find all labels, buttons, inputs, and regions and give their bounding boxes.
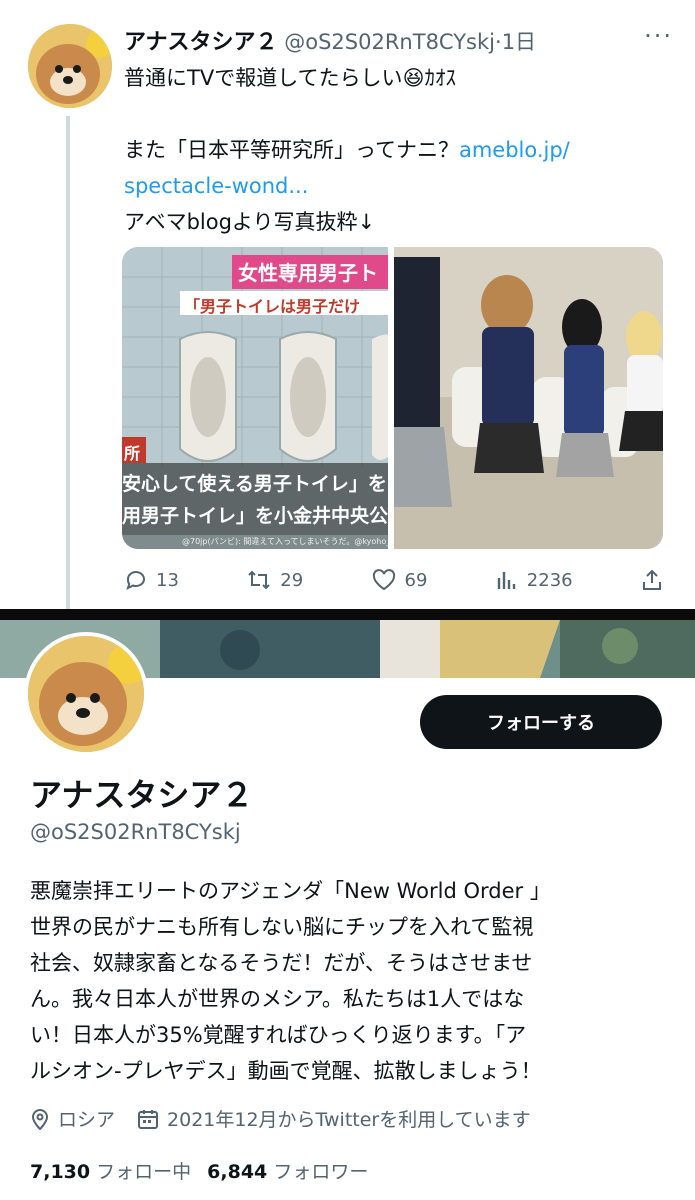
following-link[interactable]: 7,130 フォロー中 bbox=[30, 1157, 191, 1184]
location-icon bbox=[31, 1108, 49, 1130]
tweet-line2: また「日本平等研究所」ってナニ？ bbox=[124, 138, 459, 162]
profile-display-name: アナスタシア２ bbox=[30, 776, 254, 814]
tweet-display-name[interactable]: アナスタシア２ bbox=[124, 30, 278, 55]
views-icon bbox=[497, 572, 515, 589]
tweet-line1: 普通にTVで報道してたらしい bbox=[124, 66, 403, 90]
tweet-header: アナスタシア２ @oS2S02RnT8CYskj·1日 bbox=[124, 24, 536, 56]
media-subtitle-text: 「男子トイレは男子だけ bbox=[184, 297, 361, 316]
media-side-label: 所 bbox=[124, 444, 141, 463]
profile-joined: 2021年12月からTwitterを利用しています bbox=[137, 1105, 531, 1132]
profile-avatar[interactable] bbox=[24, 632, 148, 756]
like-button[interactable]: 69 bbox=[371, 568, 428, 592]
following-count: 7,130 bbox=[30, 1161, 91, 1183]
location-text: ロシア bbox=[58, 1109, 116, 1131]
bio-line: い！日本人が35%覚醒すればひっくり返ります。「ア bbox=[30, 1023, 527, 1047]
thread-line bbox=[66, 116, 70, 610]
reply-count: 13 bbox=[156, 569, 179, 591]
bio-line: ルシオン-プレヤデス」動画で覚醒、拡散しましょう！ bbox=[30, 1059, 542, 1083]
media-banner-text: 女性専用男子ト bbox=[238, 261, 378, 285]
tweet-media[interactable]: 女性専用男子ト 「男子トイレは男子だけ 所 安心して使える男子トイレ」を 用男子… bbox=[122, 247, 663, 549]
profile-bio: 悪魔崇拝エリートのアジェンダ「New World Order 」 世界の民がナニ… bbox=[30, 873, 670, 1089]
profile-handle: @oS2S02RnT8CYskj bbox=[30, 820, 241, 844]
more-options-icon[interactable]: ··· bbox=[644, 22, 673, 50]
like-icon bbox=[372, 569, 395, 591]
followers-label: フォロワー bbox=[273, 1161, 369, 1183]
tweet-actions: 13 29 69 2236 bbox=[124, 566, 664, 594]
profile-counts: 7,130 フォロー中 6,844 フォロワー bbox=[30, 1157, 368, 1184]
reply-button[interactable]: 13 bbox=[124, 568, 179, 592]
tweet-separator: · bbox=[495, 30, 502, 54]
profile-meta: ロシア 2021年12月からTwitterを利用しています bbox=[30, 1105, 531, 1132]
tweet-link-part1[interactable]: ameblo.jp/ bbox=[459, 138, 570, 162]
tweet-handle[interactable]: @oS2S02RnT8CYskj bbox=[284, 30, 495, 54]
tweet-link-part2[interactable]: spectacle-wond... bbox=[124, 174, 308, 198]
bio-line: 社会、奴隷家畜となるそうだ！だが、そうはさせませ bbox=[30, 951, 533, 975]
media-credit: @70jp(パンビ): 間違えて入ってしまいそうだ。@kyoho_tim bbox=[182, 537, 390, 546]
following-label: フォロー中 bbox=[96, 1161, 192, 1183]
tweet-text: 普通にTVで報道してたらしい😆ｶｵｽ また「日本平等研究所」ってナニ？amebl… bbox=[124, 60, 669, 240]
tweet-line3: アベマblogより写真抜粋↓ bbox=[124, 210, 376, 234]
tweet-line1-tail: ｶｵｽ bbox=[424, 66, 456, 90]
bio-line: ん。我々日本人が世界のメシア。私たちは1人ではな bbox=[30, 987, 525, 1011]
views-count: 2236 bbox=[526, 569, 573, 591]
profile-location: ロシア bbox=[30, 1105, 115, 1132]
media-caption-2: 用男子トイレ」を小金井中央公 bbox=[122, 505, 389, 527]
joined-text: 2021年12月からTwitterを利用しています bbox=[167, 1109, 531, 1131]
retweet-icon bbox=[248, 570, 270, 590]
follow-button[interactable]: フォローする bbox=[420, 695, 662, 749]
screenshot-divider bbox=[0, 609, 695, 620]
calendar-icon bbox=[138, 1109, 159, 1129]
reply-icon bbox=[126, 571, 145, 590]
like-count: 69 bbox=[404, 569, 428, 591]
laughing-emoji-icon: 😆 bbox=[402, 66, 425, 90]
media-caption-1: 安心して使える男子トイレ」を bbox=[122, 473, 387, 495]
followers-count: 6,844 bbox=[207, 1161, 268, 1183]
share-button[interactable] bbox=[640, 568, 664, 592]
share-icon bbox=[642, 569, 661, 590]
retweet-count: 29 bbox=[280, 569, 304, 591]
retweet-button[interactable]: 29 bbox=[246, 568, 303, 592]
bio-line: 世界の民がナニも所有しない脳にチップを入れて監視 bbox=[30, 915, 534, 939]
tweet-time[interactable]: 1日 bbox=[502, 30, 536, 54]
followers-link[interactable]: 6,844 フォロワー bbox=[207, 1157, 368, 1184]
bio-line: 悪魔崇拝エリートのアジェンダ「New World Order 」 bbox=[30, 879, 551, 903]
tweet-avatar[interactable] bbox=[28, 24, 112, 108]
views-button[interactable]: 2236 bbox=[495, 568, 573, 592]
